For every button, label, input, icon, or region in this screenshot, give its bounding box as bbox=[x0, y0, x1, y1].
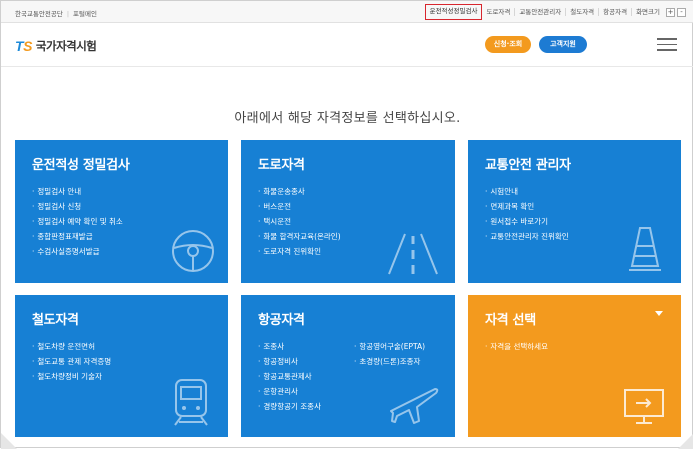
utility-bar: 한국교통안전공단 | 포털메인 운전적성정밀검사 도로자격 교통안전관리자 철도자격… bbox=[1, 1, 693, 23]
customer-support-button[interactable]: 고객지원 bbox=[539, 36, 587, 53]
list-item[interactable]: 종합판정표재발급 bbox=[32, 229, 123, 244]
card-aviation-title: 항공자격 bbox=[258, 313, 305, 328]
zoom-in-button[interactable]: + bbox=[666, 7, 675, 17]
util-safety-link[interactable]: 교통안전관리자 bbox=[514, 8, 565, 16]
card-select-qualification[interactable]: 자격 선택 자격을 선택하세요 bbox=[468, 295, 681, 437]
list-item[interactable]: 정밀검사 신청 bbox=[32, 199, 123, 214]
card-road[interactable]: 도로자격 화물운송종사 버스운전 택시운전 화물 합격자교육(온라인) 도로자격… bbox=[241, 140, 455, 283]
card-safety-title: 교통안전 관리자 bbox=[485, 158, 571, 173]
corner-mark-icon bbox=[678, 434, 693, 449]
list-item[interactable]: 화물 합격자교육(온라인) bbox=[258, 229, 340, 244]
card-aptitude[interactable]: 운전적성 정밀검사 정밀검사 안내 정밀검사 신청 정밀검사 예약 확인 및 취… bbox=[15, 140, 228, 283]
list-item[interactable]: 버스운전 bbox=[258, 199, 341, 214]
list-item[interactable]: 항공교통관제사 bbox=[258, 369, 321, 384]
list-item[interactable]: 택시운전 bbox=[258, 214, 341, 229]
list-item[interactable]: 운항관리사 bbox=[258, 384, 321, 399]
list-item[interactable]: 항공정비사 bbox=[258, 354, 321, 369]
card-rail-title: 철도자격 bbox=[32, 313, 79, 328]
util-aptitude-link[interactable]: 운전적성정밀검사 bbox=[424, 4, 483, 20]
site-logo[interactable]: TS 국가자격시험 bbox=[15, 38, 97, 54]
utility-left: 한국교통안전공단 | 포털메인 bbox=[15, 10, 97, 18]
list-item[interactable]: 도로자격 진위확인 bbox=[258, 244, 341, 259]
select-prompt: 아래에서 해당 자격정보를 선택하십시오. bbox=[234, 111, 461, 126]
card-select-list: 자격을 선택하세요 bbox=[485, 339, 548, 354]
card-aptitude-title: 운전적성 정밀검사 bbox=[32, 158, 130, 173]
list-item[interactable]: 정밀검사 안내 bbox=[32, 184, 123, 199]
train-icon bbox=[174, 379, 208, 426]
card-aviation-list-2: 항공영어구술(EPTA) 초경량(드론)조종자 bbox=[354, 339, 425, 369]
card-road-title: 도로자격 bbox=[258, 158, 305, 173]
road-icon bbox=[388, 233, 438, 275]
screen-size-label: 화면크기 bbox=[631, 8, 664, 16]
card-select-title: 자격 선택 bbox=[485, 313, 536, 328]
card-aptitude-list: 정밀검사 안내 정밀검사 신청 정밀검사 예약 확인 및 취소 종합판정표재발급… bbox=[32, 184, 123, 259]
card-road-list: 화물운송종사 버스운전 택시운전 화물 합격자교육(온라인) 도로자격 진위확인 bbox=[258, 184, 341, 259]
list-item[interactable]: 철도차량 운전면허 bbox=[32, 339, 111, 354]
portal-main-link[interactable]: 포털메인 bbox=[73, 10, 97, 18]
airplane-icon bbox=[390, 388, 439, 424]
list-item[interactable]: 항공영어구술(EPTA) bbox=[354, 339, 425, 354]
card-rail-list: 철도차량 운전면허 철도교통 관제 자격증명 철도차량정비 기술자 bbox=[32, 339, 111, 384]
list-item[interactable]: 화물운송종사 bbox=[258, 184, 341, 199]
utility-right: 운전적성정밀검사 도로자격 교통안전관리자 철도자격 항공자격 화면크기 + - bbox=[424, 4, 686, 20]
list-item[interactable]: 시험안내 bbox=[485, 184, 569, 199]
traffic-cone-icon bbox=[629, 227, 661, 271]
corner-mark-icon bbox=[1, 433, 17, 449]
list-item[interactable]: 수검사실증명서발급 bbox=[32, 244, 123, 259]
card-safety-list: 시험안내 면제과목 확인 원서접수 바로가기 교통안전관리자 진위확인 bbox=[485, 184, 569, 244]
card-aviation[interactable]: 항공자격 조종사 항공정비사 항공교통관제사 운항관리사 경량항공기 조종사 항… bbox=[241, 295, 455, 437]
list-item[interactable]: 정밀검사 예약 확인 및 취소 bbox=[32, 214, 122, 229]
logo-text: 국가자격시험 bbox=[35, 39, 97, 53]
list-item[interactable]: 경량항공기 조종사 bbox=[258, 399, 321, 414]
zoom-out-button[interactable]: - bbox=[677, 7, 686, 17]
list-item[interactable]: 초경량(드론)조종자 bbox=[354, 354, 425, 369]
list-item[interactable]: 자격을 선택하세요 bbox=[485, 339, 548, 354]
caret-down-icon[interactable] bbox=[655, 311, 663, 316]
monitor-icon bbox=[624, 389, 664, 424]
list-item[interactable]: 원서접수 바로가기 bbox=[485, 214, 569, 229]
util-rail-link[interactable]: 철도자격 bbox=[565, 8, 598, 16]
card-safety-manager[interactable]: 교통안전 관리자 시험안내 면제과목 확인 원서접수 바로가기 교통안전관리자 … bbox=[468, 140, 681, 283]
page-frame: 한국교통안전공단 | 포털메인 운전적성정밀검사 도로자격 교통안전관리자 철도자격… bbox=[0, 0, 693, 449]
card-rail[interactable]: 철도자격 철도차량 운전면허 철도교통 관제 자격증명 철도차량정비 기술자 bbox=[15, 295, 228, 437]
list-item[interactable]: 조종사 bbox=[258, 339, 321, 354]
list-item[interactable]: 교통안전관리자 진위확인 bbox=[485, 229, 568, 244]
kotsa-link[interactable]: 한국교통안전공단 bbox=[15, 10, 63, 18]
site-header: TS 국가자격시험 신청·조회 고객지원 bbox=[1, 23, 693, 67]
list-item[interactable]: 면제과목 확인 bbox=[485, 199, 569, 214]
apply-lookup-button[interactable]: 신청·조회 bbox=[485, 36, 531, 53]
menu-icon[interactable] bbox=[657, 38, 677, 51]
logo-ts-mark: TS bbox=[15, 38, 32, 54]
list-item[interactable]: 철도차량정비 기술자 bbox=[32, 369, 111, 384]
util-road-link[interactable]: 도로자격 bbox=[482, 8, 514, 16]
steering-wheel-icon bbox=[172, 230, 214, 272]
util-aviation-link[interactable]: 항공자격 bbox=[598, 8, 631, 16]
card-aviation-list-1: 조종사 항공정비사 항공교통관제사 운항관리사 경량항공기 조종사 bbox=[258, 339, 321, 414]
list-item[interactable]: 철도교통 관제 자격증명 bbox=[32, 354, 111, 369]
